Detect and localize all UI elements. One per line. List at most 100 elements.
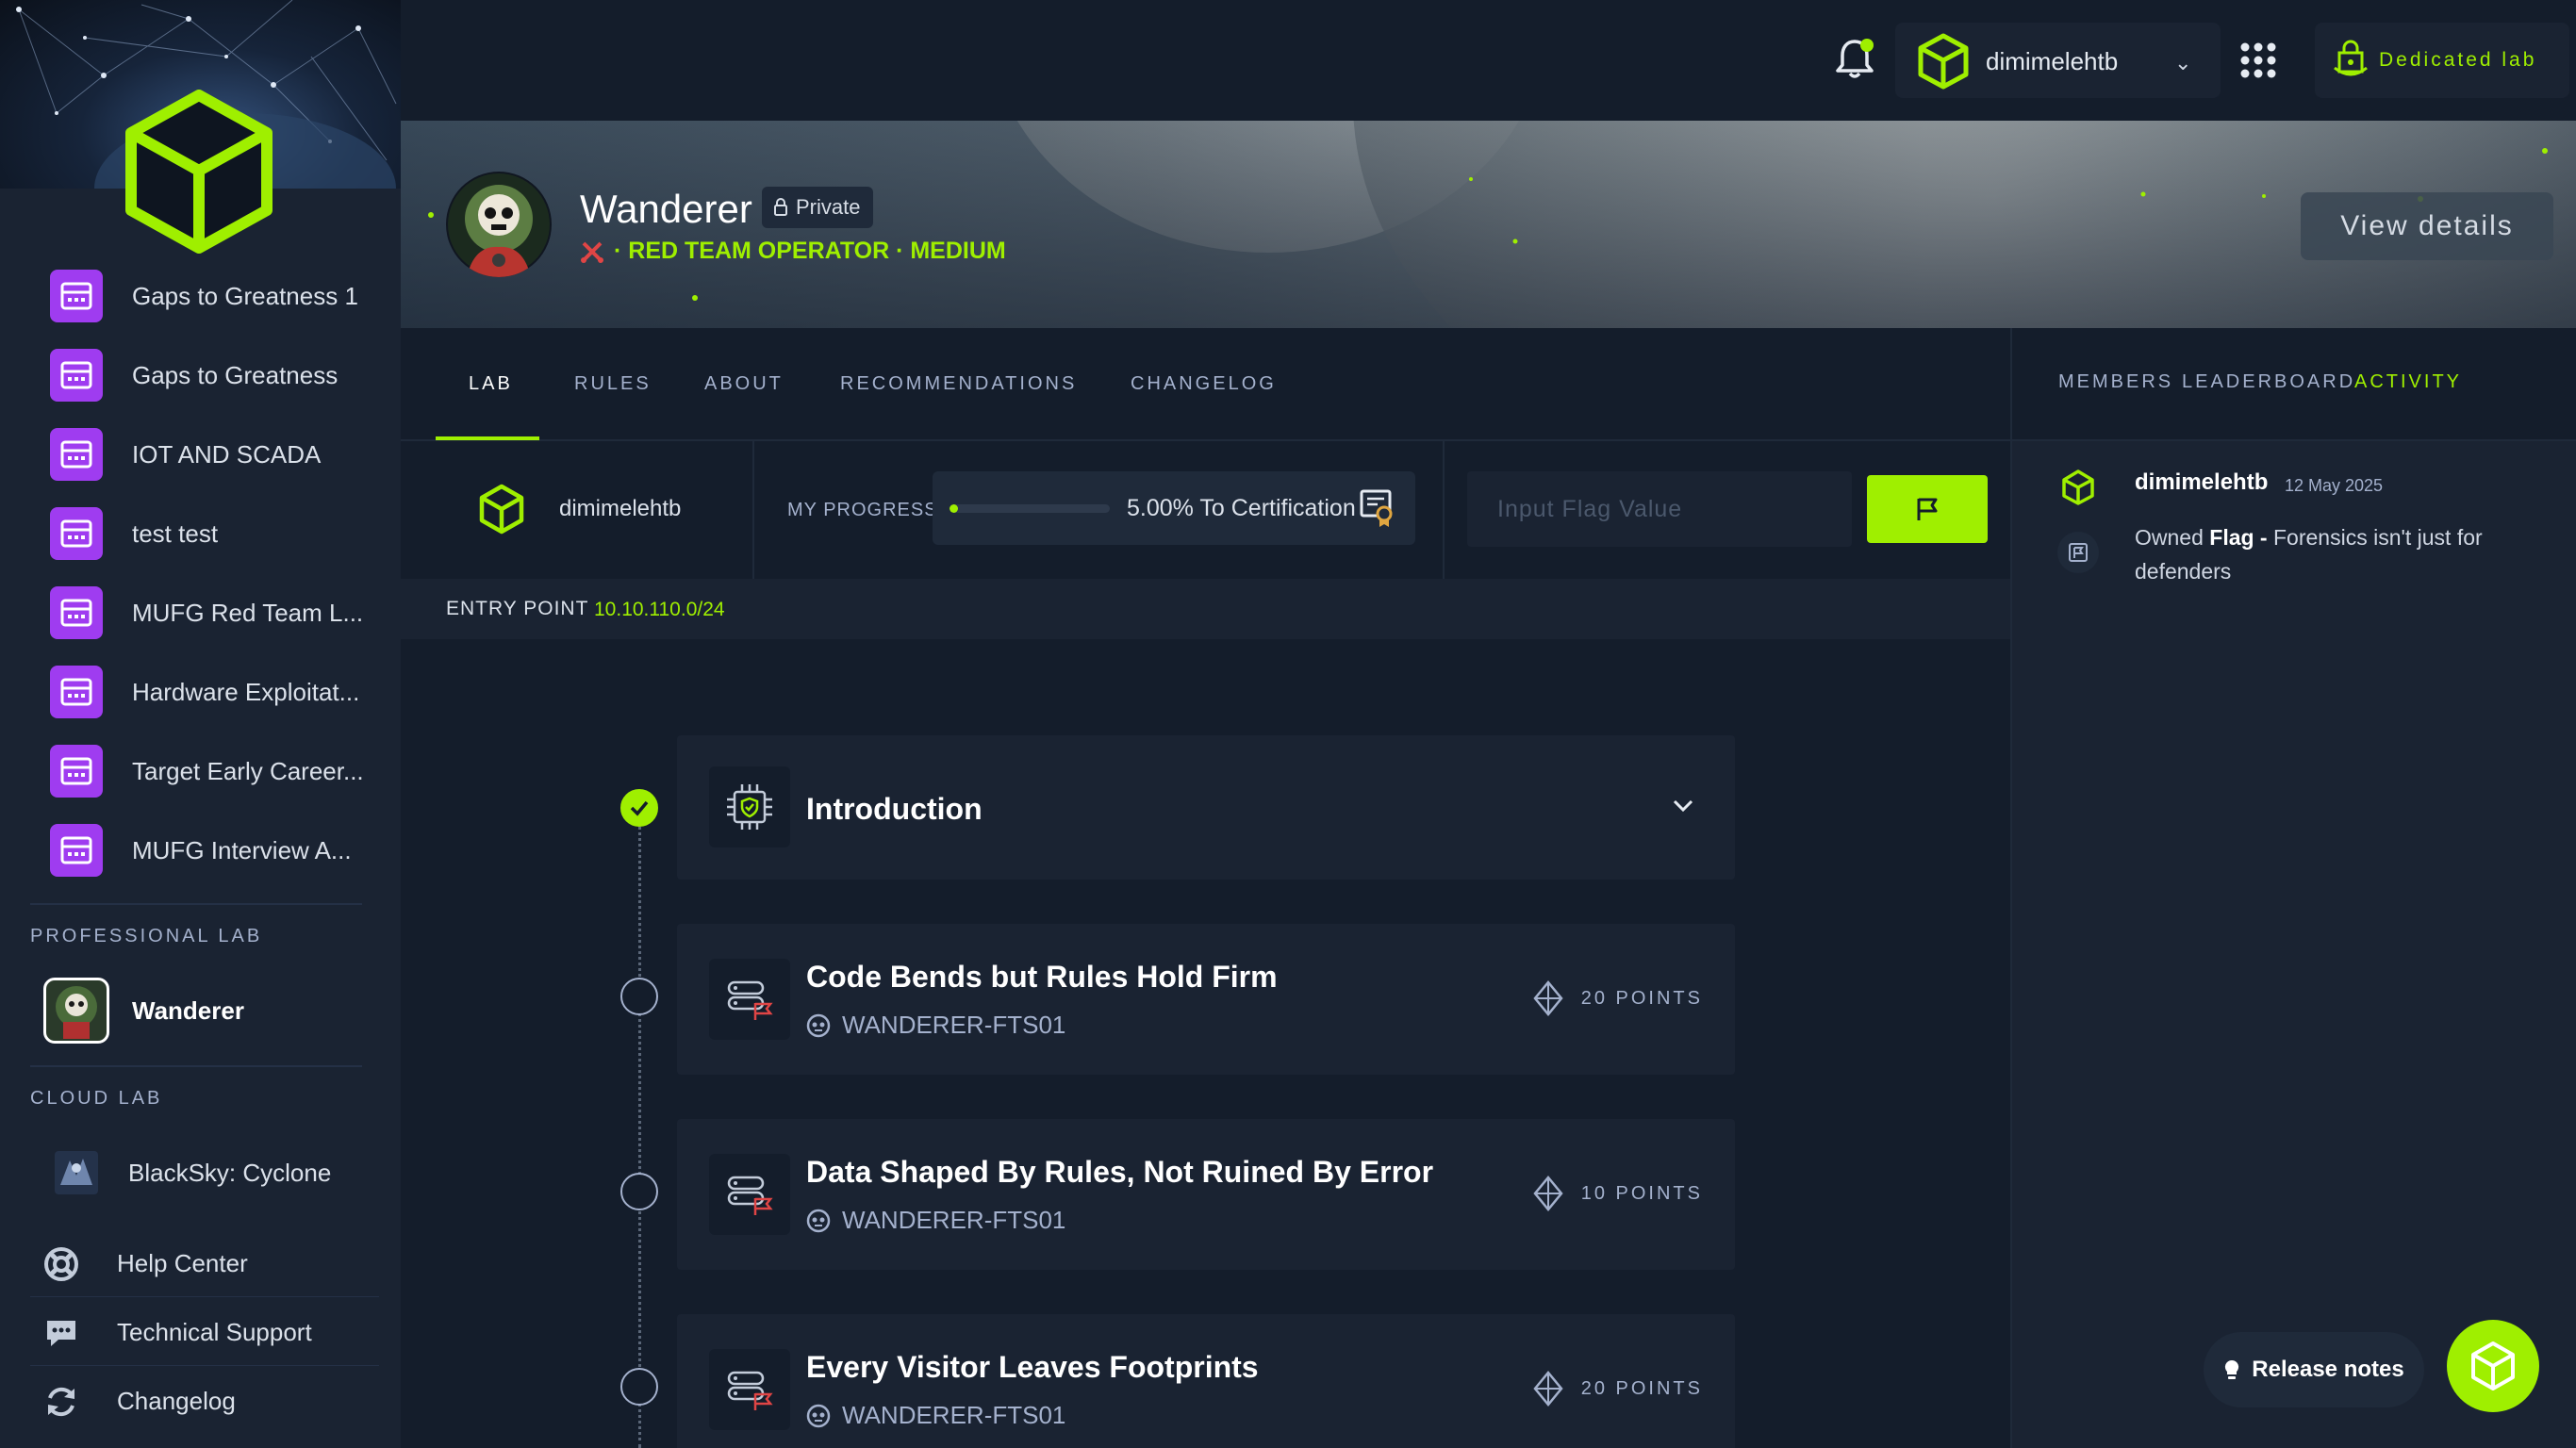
chevron-down-icon: ⌄: [2174, 51, 2192, 74]
flag-icon: [1917, 498, 1938, 520]
sidebar-item-blacksky-cyclone[interactable]: BlackSky: Cyclone: [0, 1133, 401, 1212]
flag-machine-name: WANDERER-FTS01: [842, 1401, 1066, 1429]
sidebar-item-hardware-exploitation[interactable]: Hardware Exploitat...: [0, 652, 401, 732]
sidebar-item-label: Wanderer: [132, 996, 244, 1025]
certificate-icon[interactable]: [1359, 488, 1396, 528]
sidebar-item-label: Hardware Exploitat...: [132, 677, 360, 706]
flag-points: 10 POINTS: [1532, 1176, 1703, 1211]
flag-title: Data Shaped By Rules, Not Ruined By Erro…: [806, 1155, 1434, 1189]
hackthebox-logo-icon[interactable]: [123, 90, 275, 255]
activity-flag-label: Flag -: [2209, 525, 2268, 550]
sidebar-item-label: Target Early Career...: [132, 756, 364, 785]
side-panel-tabs: MEMBERS LEADERBOARD ACTIVITY: [2010, 328, 2576, 441]
sidebar-item-label: Gaps to Greatness 1: [132, 281, 358, 310]
apps-grid-icon[interactable]: [2239, 41, 2277, 79]
tab-activity[interactable]: ACTIVITY: [2354, 371, 2462, 393]
submit-flag-button[interactable]: [1867, 475, 1988, 543]
hackthebox-assistant-button[interactable]: [2447, 1320, 2539, 1412]
release-notes-button[interactable]: Release notes: [2204, 1332, 2424, 1407]
wanderer-lab-avatar: [446, 172, 552, 277]
flag-title: Code Bends but Rules Hold Firm: [806, 960, 1278, 994]
entry-point-label: ENTRY POINT: [446, 598, 589, 619]
activity-username[interactable]: dimimelehtb: [2135, 469, 2268, 496]
tab-recommendations[interactable]: RECOMMENDATIONS: [840, 373, 1077, 395]
progress-row: dimimelehtb MY PROGRESS 5.00% To Certifi…: [401, 441, 2010, 579]
lab-header: Wanderer Private · RED TEAM OPERATOR · M…: [401, 121, 2576, 328]
help-center-label: Help Center: [117, 1249, 248, 1277]
flag-status-completed: [620, 789, 658, 827]
server-flag-icon: [709, 1349, 790, 1430]
chat-icon: [47, 1321, 75, 1346]
lifebuoy-icon: [44, 1247, 78, 1281]
divider: [30, 1365, 379, 1366]
technical-support-link[interactable]: Technical Support: [0, 1299, 401, 1365]
notification-bell-icon[interactable]: [1831, 36, 1878, 83]
flag-machine-name: WANDERER-FTS01: [842, 1011, 1066, 1039]
changelog-link[interactable]: Changelog: [0, 1368, 401, 1434]
refresh-icon: [48, 1387, 74, 1417]
lab-tabs: LAB RULES ABOUT RECOMMENDATIONS CHANGELO…: [401, 328, 2010, 441]
sidebar-item-label: MUFG Red Team L...: [132, 598, 364, 627]
progress-username: dimimelehtb: [559, 496, 682, 521]
release-notes-label: Release notes: [2252, 1357, 2404, 1382]
my-progress-label: MY PROGRESS: [787, 500, 938, 520]
wanderer-avatar: [43, 978, 109, 1044]
lab-icon: [50, 666, 103, 718]
flag-card[interactable]: Code Bends but Rules Hold Firm WANDERER-…: [677, 924, 1735, 1075]
help-center-link[interactable]: Help Center: [0, 1230, 401, 1296]
tab-rules[interactable]: RULES: [574, 373, 652, 395]
divider: [30, 903, 362, 905]
activity-description: Owned Flag - Forensics isn't just for de…: [2135, 520, 2550, 588]
cube-icon: [2471, 1341, 2515, 1390]
chevron-down-icon[interactable]: [1669, 792, 1697, 820]
sidebar-item-wanderer[interactable]: Wanderer: [0, 971, 401, 1050]
flag-card-introduction[interactable]: Introduction: [677, 735, 1735, 880]
entry-point-value[interactable]: 10.10.110.0/24: [594, 599, 725, 621]
sidebar-item-label: MUFG Interview A...: [132, 835, 352, 864]
entry-point-bar: ENTRY POINT 10.10.110.0/24: [401, 579, 2010, 639]
sidebar-item-gaps-to-greatness[interactable]: Gaps to Greatness: [0, 336, 401, 415]
lightbulb-icon: [2225, 1359, 2239, 1379]
flag-title: Every Visitor Leaves Footprints: [806, 1350, 1259, 1384]
flag-input[interactable]: [1467, 471, 1852, 547]
sidebar-item-label: test test: [132, 518, 219, 548]
tab-leaderboard[interactable]: LEADERBOARD: [2182, 371, 2355, 393]
flag-card[interactable]: Every Visitor Leaves Footprints WANDERER…: [677, 1314, 1735, 1448]
sidebar-item-target-early-career[interactable]: Target Early Career...: [0, 732, 401, 811]
divider: [30, 1065, 362, 1067]
flag-points-value: 10 POINTS: [1580, 1182, 1703, 1204]
lab-title: Wanderer: [580, 187, 752, 231]
points-icon: [1533, 1176, 1563, 1211]
sidebar-item-mufg-red-team[interactable]: MUFG Red Team L...: [0, 573, 401, 652]
machine-icon: [806, 1209, 831, 1232]
technical-support-label: Technical Support: [117, 1318, 312, 1346]
view-details-button[interactable]: View details: [2301, 192, 2553, 260]
lock-icon: [774, 198, 787, 216]
user-menu[interactable]: dimimelehtb ⌄: [1895, 23, 2221, 98]
user-cube-icon: [1918, 33, 1969, 90]
tab-members[interactable]: MEMBERS: [2058, 371, 2173, 393]
check-icon: [630, 800, 649, 816]
dedicated-lab-button[interactable]: Dedicated lab: [2315, 23, 2569, 98]
progress-bar-fill: [949, 504, 958, 513]
lab-icon: [50, 745, 103, 798]
lab-icon: [50, 586, 103, 639]
sidebar-item-mufg-interview[interactable]: MUFG Interview A...: [0, 811, 401, 890]
sidebar-item-label: IOT AND SCADA: [132, 439, 322, 469]
tab-about[interactable]: ABOUT: [704, 373, 784, 395]
lab-icon: [50, 824, 103, 877]
progress-text: 5.00% To Certification: [1127, 495, 1356, 521]
sidebar-item-iot-and-scada[interactable]: IOT AND SCADA: [0, 415, 401, 494]
flag-card[interactable]: Data Shaped By Rules, Not Ruined By Erro…: [677, 1119, 1735, 1270]
progress-bar: [949, 504, 1110, 513]
sidebar-item-gaps-to-greatness-1[interactable]: Gaps to Greatness 1: [0, 256, 401, 336]
lab-category: · RED TEAM OPERATOR · MEDIUM: [614, 238, 1006, 264]
professional-lab-heading: PROFESSIONAL LAB: [30, 926, 263, 946]
sidebar-item-test-test[interactable]: test test: [0, 494, 401, 573]
tab-changelog[interactable]: CHANGELOG: [1131, 373, 1277, 395]
divider: [1443, 441, 1445, 579]
flag-machine: WANDERER-FTS01: [806, 1401, 1065, 1430]
flag-status-pending: [620, 1173, 658, 1210]
tab-lab[interactable]: LAB: [469, 373, 513, 395]
activity-date: 12 May 2025: [2285, 476, 2384, 495]
